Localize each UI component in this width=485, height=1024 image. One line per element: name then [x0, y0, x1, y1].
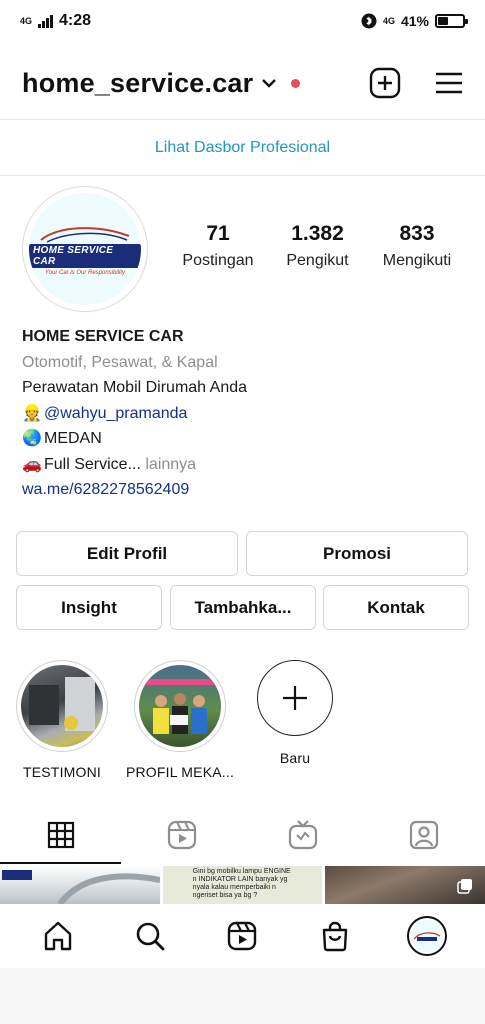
logo-text: HOME SERVICE CAR — [29, 244, 141, 268]
stat-posts[interactable]: 71 Postingan — [170, 222, 266, 270]
bio-location-line: 🌏 MEDAN — [22, 426, 462, 452]
post-thumbnail[interactable] — [0, 866, 160, 904]
worker-emoji-icon: 👷 — [22, 404, 42, 422]
professional-dashboard-link[interactable]: Lihat Dasbor Profesional — [0, 120, 485, 175]
grid-icon — [47, 821, 74, 849]
profile-header: home_service.car — [0, 52, 485, 114]
nav-profile[interactable] — [397, 908, 457, 964]
post-thumbnail[interactable]: Gini bg mobilku lampu ENGINE n INDIKATOR… — [162, 866, 323, 904]
edit-profile-button[interactable]: Edit Profil — [16, 531, 238, 576]
highlight-label: PROFIL MEKA... — [125, 764, 235, 780]
account-switcher[interactable]: home_service.car — [22, 67, 301, 99]
bottom-navigation — [0, 904, 485, 968]
stat-number: 71 — [206, 222, 230, 245]
highlight-new[interactable]: Baru — [249, 660, 341, 766]
nav-home[interactable] — [28, 908, 88, 964]
reels-icon — [228, 921, 257, 951]
bluetooth-icon — [361, 13, 377, 29]
bio-service-line: 🚗 Full Service... lainnya — [22, 452, 462, 478]
stat-label: Postingan — [182, 252, 254, 269]
signal-icon — [38, 14, 54, 28]
divider — [0, 175, 485, 176]
globe-emoji-icon: 🌏 — [22, 430, 42, 447]
bio-more-link[interactable]: lainnya — [145, 456, 196, 473]
hamburger-menu-icon — [436, 72, 462, 94]
nav-avatar-logo — [410, 920, 443, 952]
car-silhouette-icon — [40, 227, 130, 243]
highlight-ring — [16, 660, 108, 752]
clock: 4:28 — [59, 12, 92, 29]
post-caption-text: Gini bg mobilku lampu ENGINE n INDIKATOR… — [192, 868, 291, 899]
home-icon — [44, 921, 72, 951]
bio-ellipsis: ... — [127, 455, 141, 473]
create-button[interactable] — [369, 67, 401, 99]
bio-mention-line: 👷 @wahyu_pramanda — [22, 401, 462, 427]
search-icon — [136, 922, 165, 951]
nav-shop[interactable] — [305, 908, 365, 964]
contact-button[interactable]: Kontak — [323, 585, 469, 630]
status-bar: 4G 4:28 4G 41% — [0, 0, 485, 42]
header-actions — [369, 67, 463, 99]
multi-photo-icon — [457, 879, 473, 894]
menu-button[interactable] — [435, 71, 463, 95]
post-thumbnail[interactable] — [325, 866, 485, 904]
bio-line: Perawatan Mobil Dirumah Anda — [22, 379, 248, 396]
tagged-icon — [410, 820, 439, 850]
highlight-label: Baru — [279, 750, 311, 766]
promote-button[interactable]: Promosi — [246, 531, 468, 576]
add-button[interactable]: Tambahka... — [170, 585, 316, 630]
battery-icon — [435, 14, 468, 28]
bio-website-link[interactable]: wa.me/6282278562409 — [22, 477, 462, 503]
profile-bio: HOME SERVICE CAR Otomotif, Pesawat, & Ka… — [22, 324, 462, 503]
stat-following[interactable]: 833 Mengikuti — [369, 222, 465, 270]
new-highlight-button[interactable] — [257, 660, 333, 736]
battery-percent: 41% — [400, 13, 429, 29]
highlight-profil-mekanik[interactable]: PROFIL MEKA... — [126, 660, 234, 780]
tab-reels[interactable] — [121, 806, 242, 864]
profile-category: Otomotif, Pesawat, & Kapal — [22, 353, 218, 371]
brand-logo: HOME SERVICE CAR Your Car is Our Respons… — [29, 193, 141, 305]
logo-tagline: Your Car is Our Responsibility — [44, 270, 126, 276]
profile-tabs — [0, 806, 485, 864]
stat-label: Pengikut — [286, 252, 349, 269]
highlight-label: TESTIMONI — [22, 764, 102, 780]
stat-label: Mengikuti — [382, 252, 452, 269]
tab-posts-grid[interactable] — [0, 806, 122, 864]
highlight-cover-image — [139, 665, 221, 747]
profile-name: HOME SERVICE CAR — [22, 328, 184, 345]
bio-mention-link[interactable]: @wahyu_pramanda — [44, 405, 187, 422]
status-right: 4G 41% — [361, 13, 468, 29]
notification-dot — [291, 78, 301, 88]
username: home_service.car — [22, 67, 254, 98]
status-left: 4G 4:28 — [20, 12, 91, 30]
profile-avatar[interactable]: HOME SERVICE CAR Your Car is Our Respons… — [22, 186, 148, 312]
nav-reels[interactable] — [212, 908, 272, 964]
system-navigation-area — [0, 968, 485, 1024]
car-emoji-icon: 🚗 — [22, 455, 42, 473]
shop-icon — [322, 921, 347, 952]
highlight-testimoni[interactable]: TESTIMONI — [16, 660, 108, 780]
network-type-right: 4G — [382, 15, 395, 26]
insight-button[interactable]: Insight — [16, 585, 162, 630]
profile-avatar-icon — [406, 916, 447, 956]
tab-igtv[interactable] — [243, 806, 364, 864]
igtv-icon — [289, 820, 318, 850]
network-type: 4G — [20, 15, 33, 26]
bio-location: MEDAN — [44, 430, 102, 447]
reels-icon — [167, 820, 196, 850]
chevron-down-icon — [262, 79, 277, 88]
bio-service: Full Service — [44, 455, 128, 473]
highlight-ring — [134, 660, 226, 752]
nav-search[interactable] — [120, 908, 180, 964]
stat-number: 833 — [399, 222, 435, 245]
stat-number: 1.382 — [291, 222, 344, 245]
plus-icon — [283, 686, 307, 710]
tab-tagged[interactable] — [364, 806, 485, 864]
plus-square-icon — [369, 67, 401, 99]
highlight-cover-image — [21, 665, 103, 747]
post-grid: Gini bg mobilku lampu ENGINE n INDIKATOR… — [0, 866, 485, 904]
stat-followers[interactable]: 1.382 Pengikut — [270, 222, 366, 270]
profile-stats: 71 Postingan 1.382 Pengikut 833 Mengikut… — [170, 222, 465, 270]
